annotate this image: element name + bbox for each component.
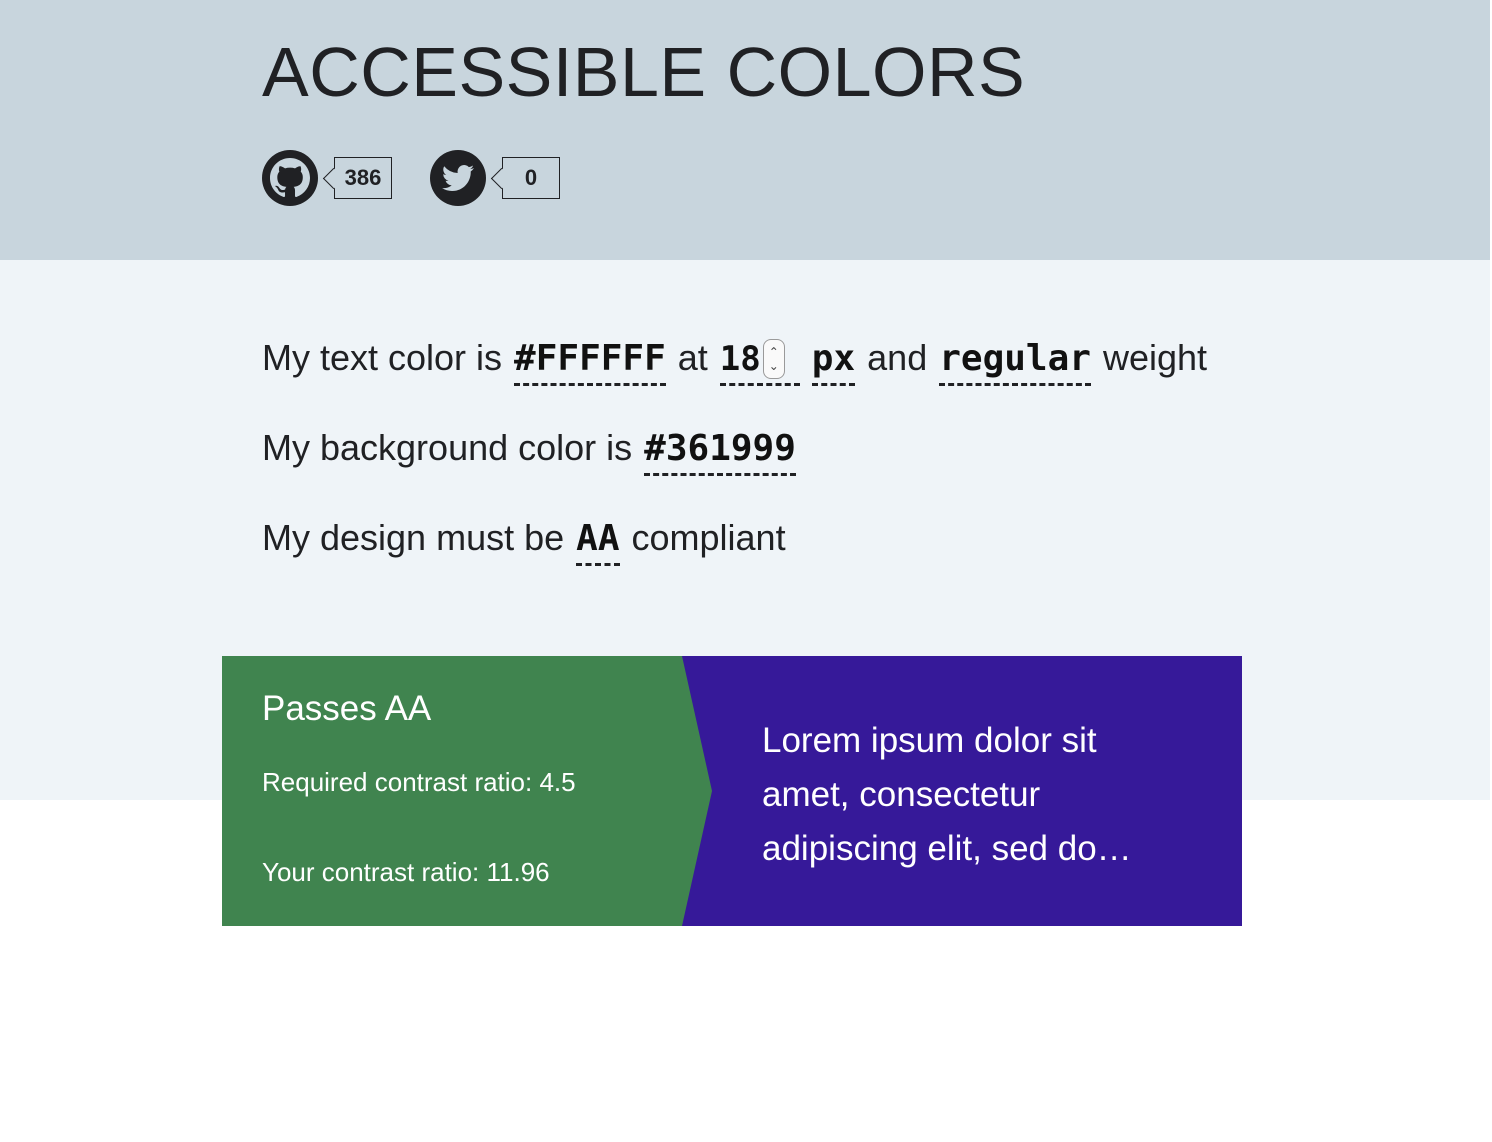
font-unit-select[interactable]: px bbox=[811, 337, 856, 386]
font-weight-select[interactable]: regular bbox=[939, 337, 1091, 386]
text-color-input[interactable]: #FFFFFF bbox=[514, 337, 666, 386]
twitter-share-widget[interactable]: 0 bbox=[430, 150, 560, 206]
twitter-icon[interactable] bbox=[430, 150, 486, 206]
your-contrast-ratio: Your contrast ratio: 11.96 bbox=[262, 857, 550, 887]
required-contrast-ratio: Required contrast ratio: 4.5 bbox=[262, 767, 576, 797]
page-title: ACCESSIBLE COLORS bbox=[262, 33, 1026, 111]
background-color-input[interactable]: #361999 bbox=[644, 427, 796, 476]
github-star-widget[interactable]: 386 bbox=[262, 150, 392, 206]
background-color-sentence: My background color is #361999 bbox=[262, 426, 808, 476]
chevron-down-icon[interactable]: ⌄ bbox=[769, 359, 779, 373]
text-color-label: My text color is bbox=[262, 337, 503, 378]
github-icon[interactable] bbox=[262, 150, 318, 206]
page-header: ACCESSIBLE COLORS 386 0 bbox=[0, 0, 1490, 260]
compliance-sentence: My design must be AA compliant bbox=[262, 516, 798, 566]
font-size-value: 18 bbox=[719, 339, 761, 379]
text-color-sentence: My text color is #FFFFFF at 18 ⌃ ⌄ px an… bbox=[262, 336, 1219, 386]
font-size-stepper[interactable]: ⌃ ⌄ bbox=[762, 339, 785, 379]
twitter-share-count[interactable]: 0 bbox=[502, 157, 560, 199]
background-color-label: My background color is bbox=[262, 427, 633, 468]
weight-label: weight bbox=[1102, 337, 1208, 378]
compliant-label: compliant bbox=[631, 517, 786, 558]
and-label: and bbox=[867, 337, 928, 378]
compliance-label: My design must be bbox=[262, 517, 565, 558]
compliance-level-select[interactable]: AA bbox=[576, 517, 620, 566]
at-label: at bbox=[677, 337, 708, 378]
font-size-input[interactable]: 18 ⌃ ⌄ bbox=[719, 337, 800, 386]
pass-status-title: Passes AA bbox=[262, 689, 432, 728]
github-star-count[interactable]: 386 bbox=[334, 157, 392, 199]
chevron-up-icon[interactable]: ⌃ bbox=[769, 345, 779, 359]
contrast-result-card: Passes AA Required contrast ratio: 4.5 Y… bbox=[222, 656, 1242, 926]
sample-text: Lorem ipsum dolor sit amet, consectetur … bbox=[762, 721, 1132, 868]
